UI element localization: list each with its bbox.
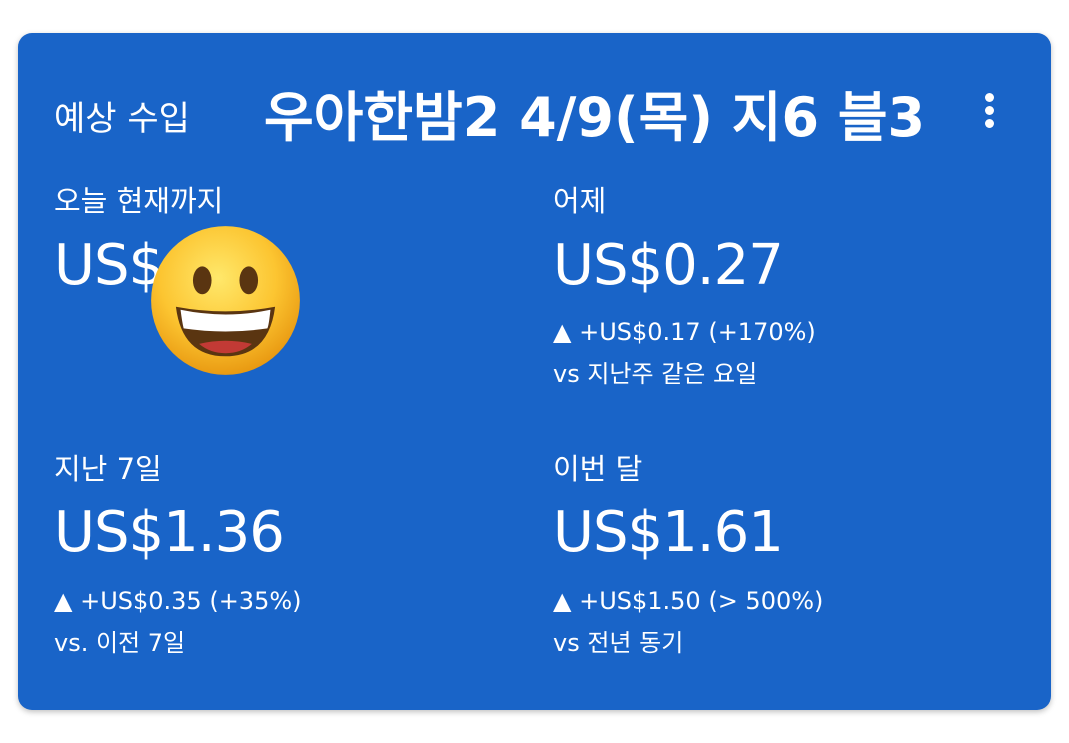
last7-label: 지난 7일 [54,452,162,486]
yesterday-label: 어제 [553,184,607,218]
last7-compare: vs. 이전 7일 [54,629,186,657]
yesterday-value: US$0.27 [553,233,784,298]
card-title: 예상 수입 [54,99,190,139]
last7-change: ▲ +US$0.35 (+35%) [54,587,302,615]
more-vertical-icon[interactable] [977,93,1001,137]
month-compare: vs 전년 동기 [553,629,684,657]
yesterday-change: ▲ +US$0.17 (+170%) [553,318,816,346]
earnings-card: 예상 수입 우아한밤2 4/9(목) 지6 블3 오늘 현재까지 US$ 어제 … [18,33,1051,710]
today-label: 오늘 현재까지 [54,184,224,218]
yesterday-compare: vs 지난주 같은 요일 [553,360,758,388]
today-value: US$ [54,233,164,298]
overlay-caption: 우아한밤2 4/9(목) 지6 블3 [264,86,926,149]
last7-value: US$1.36 [54,500,285,565]
grinning-face-emoji-icon [151,226,300,375]
month-value: US$1.61 [553,500,784,565]
month-change: ▲ +US$1.50 (> 500%) [553,587,824,615]
month-label: 이번 달 [553,452,643,486]
